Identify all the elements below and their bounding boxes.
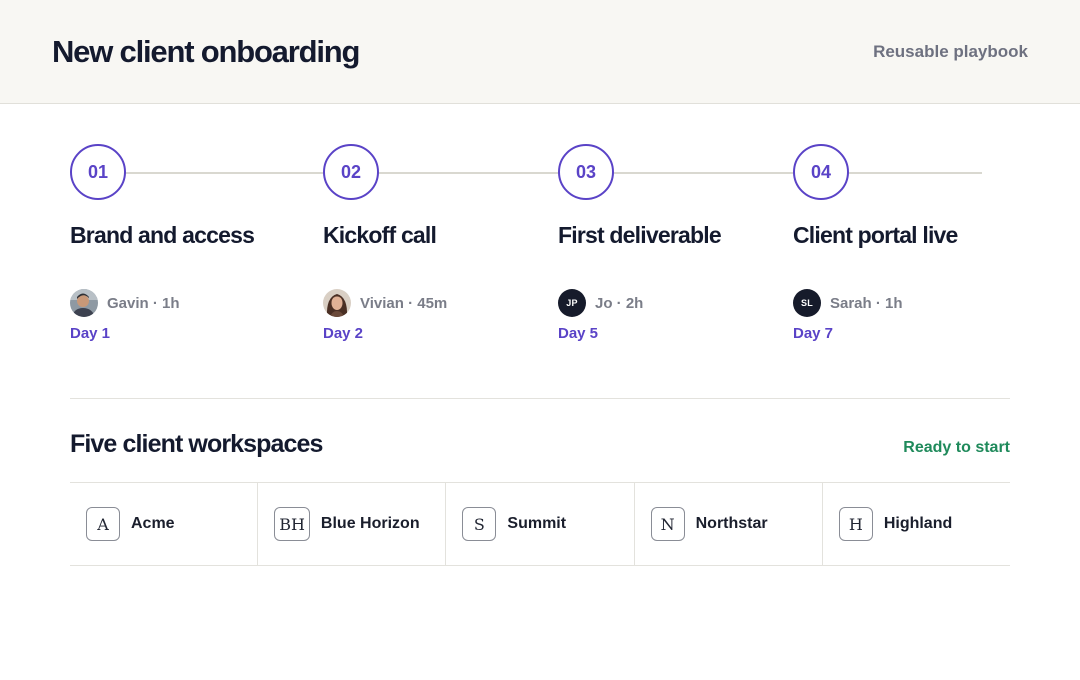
step-number-badge: 02 (323, 144, 379, 200)
gavin-avatar-photo (70, 289, 98, 317)
workspaces-section-title: Five client workspaces (70, 430, 323, 458)
workspace-monogram: N (650, 507, 685, 541)
step-number-badge: 01 (70, 144, 126, 200)
workspace-name: Highland (883, 515, 953, 532)
step-title: Kickoff call (323, 222, 437, 248)
workspace-name: Summit (507, 515, 567, 532)
page-header: New client onboarding Reusable playbook (0, 0, 1080, 104)
ready-status-label: Ready to start (903, 439, 1010, 456)
step-owner-row: SL Sarah · 1h (793, 289, 1023, 317)
step-owner-row: Vivian · 45m (323, 289, 553, 317)
workspace-monogram: A (86, 507, 120, 541)
vivian-avatar-photo (323, 289, 351, 317)
workspace-card-acme[interactable]: A Acme (70, 483, 257, 565)
workspace-name: Acme (131, 515, 175, 532)
step-owner-row: Gavin · 1h (70, 289, 300, 317)
step-owner: Sarah · 1h (830, 294, 903, 312)
step-owner: Gavin · 1h (107, 294, 180, 312)
step-day: Day 7 (793, 325, 834, 342)
workspace-card-highland[interactable]: H Highland (821, 483, 1010, 565)
step-day: Day 2 (323, 325, 364, 342)
step-title: First deliverable (558, 222, 722, 248)
step-number-badge: 03 (558, 144, 614, 200)
step-owner: Vivian · 45m (360, 294, 448, 312)
workspace-name: Northstar (695, 515, 768, 532)
step-owner-row: JP Jo · 2h (558, 289, 788, 317)
workspace-monogram: BH (274, 507, 310, 541)
workspace-card-summit[interactable]: S Summit (445, 483, 633, 565)
workspace-card-blue-horizon[interactable]: BH Blue Horizon (257, 483, 445, 565)
step-day: Day 5 (558, 325, 599, 342)
timeline-step-2[interactable]: 02 Kickoff call Vivian · 45m Day 2 (323, 144, 553, 342)
step-day: Day 1 (70, 325, 111, 342)
step-title: Brand and access (70, 222, 255, 248)
workspace-name: Blue Horizon (320, 515, 420, 532)
workspaces-row: A Acme BH Blue Horizon S Summit N Norths… (70, 482, 1010, 566)
workspace-monogram: H (838, 507, 873, 541)
jo-avatar-initials: JP (558, 289, 586, 317)
step-title: Client portal live (793, 222, 958, 248)
section-divider (70, 398, 1010, 399)
step-number-badge: 04 (793, 144, 849, 200)
page-title: New client onboarding (52, 34, 360, 69)
workspace-monogram: S (462, 507, 497, 541)
sarah-avatar-initials: SL (793, 289, 821, 317)
step-owner: Jo · 2h (595, 294, 644, 312)
reusable-playbook-link[interactable]: Reusable playbook (873, 42, 1028, 62)
timeline-step-4[interactable]: 04 Client portal live SL Sarah · 1h Day … (793, 144, 1023, 342)
timeline-step-3[interactable]: 03 First deliverable JP Jo · 2h Day 5 (558, 144, 788, 342)
workspace-card-northstar[interactable]: N Northstar (633, 483, 822, 565)
timeline-step-1[interactable]: 01 Brand and access Gavin · 1h Day 1 (70, 144, 300, 342)
